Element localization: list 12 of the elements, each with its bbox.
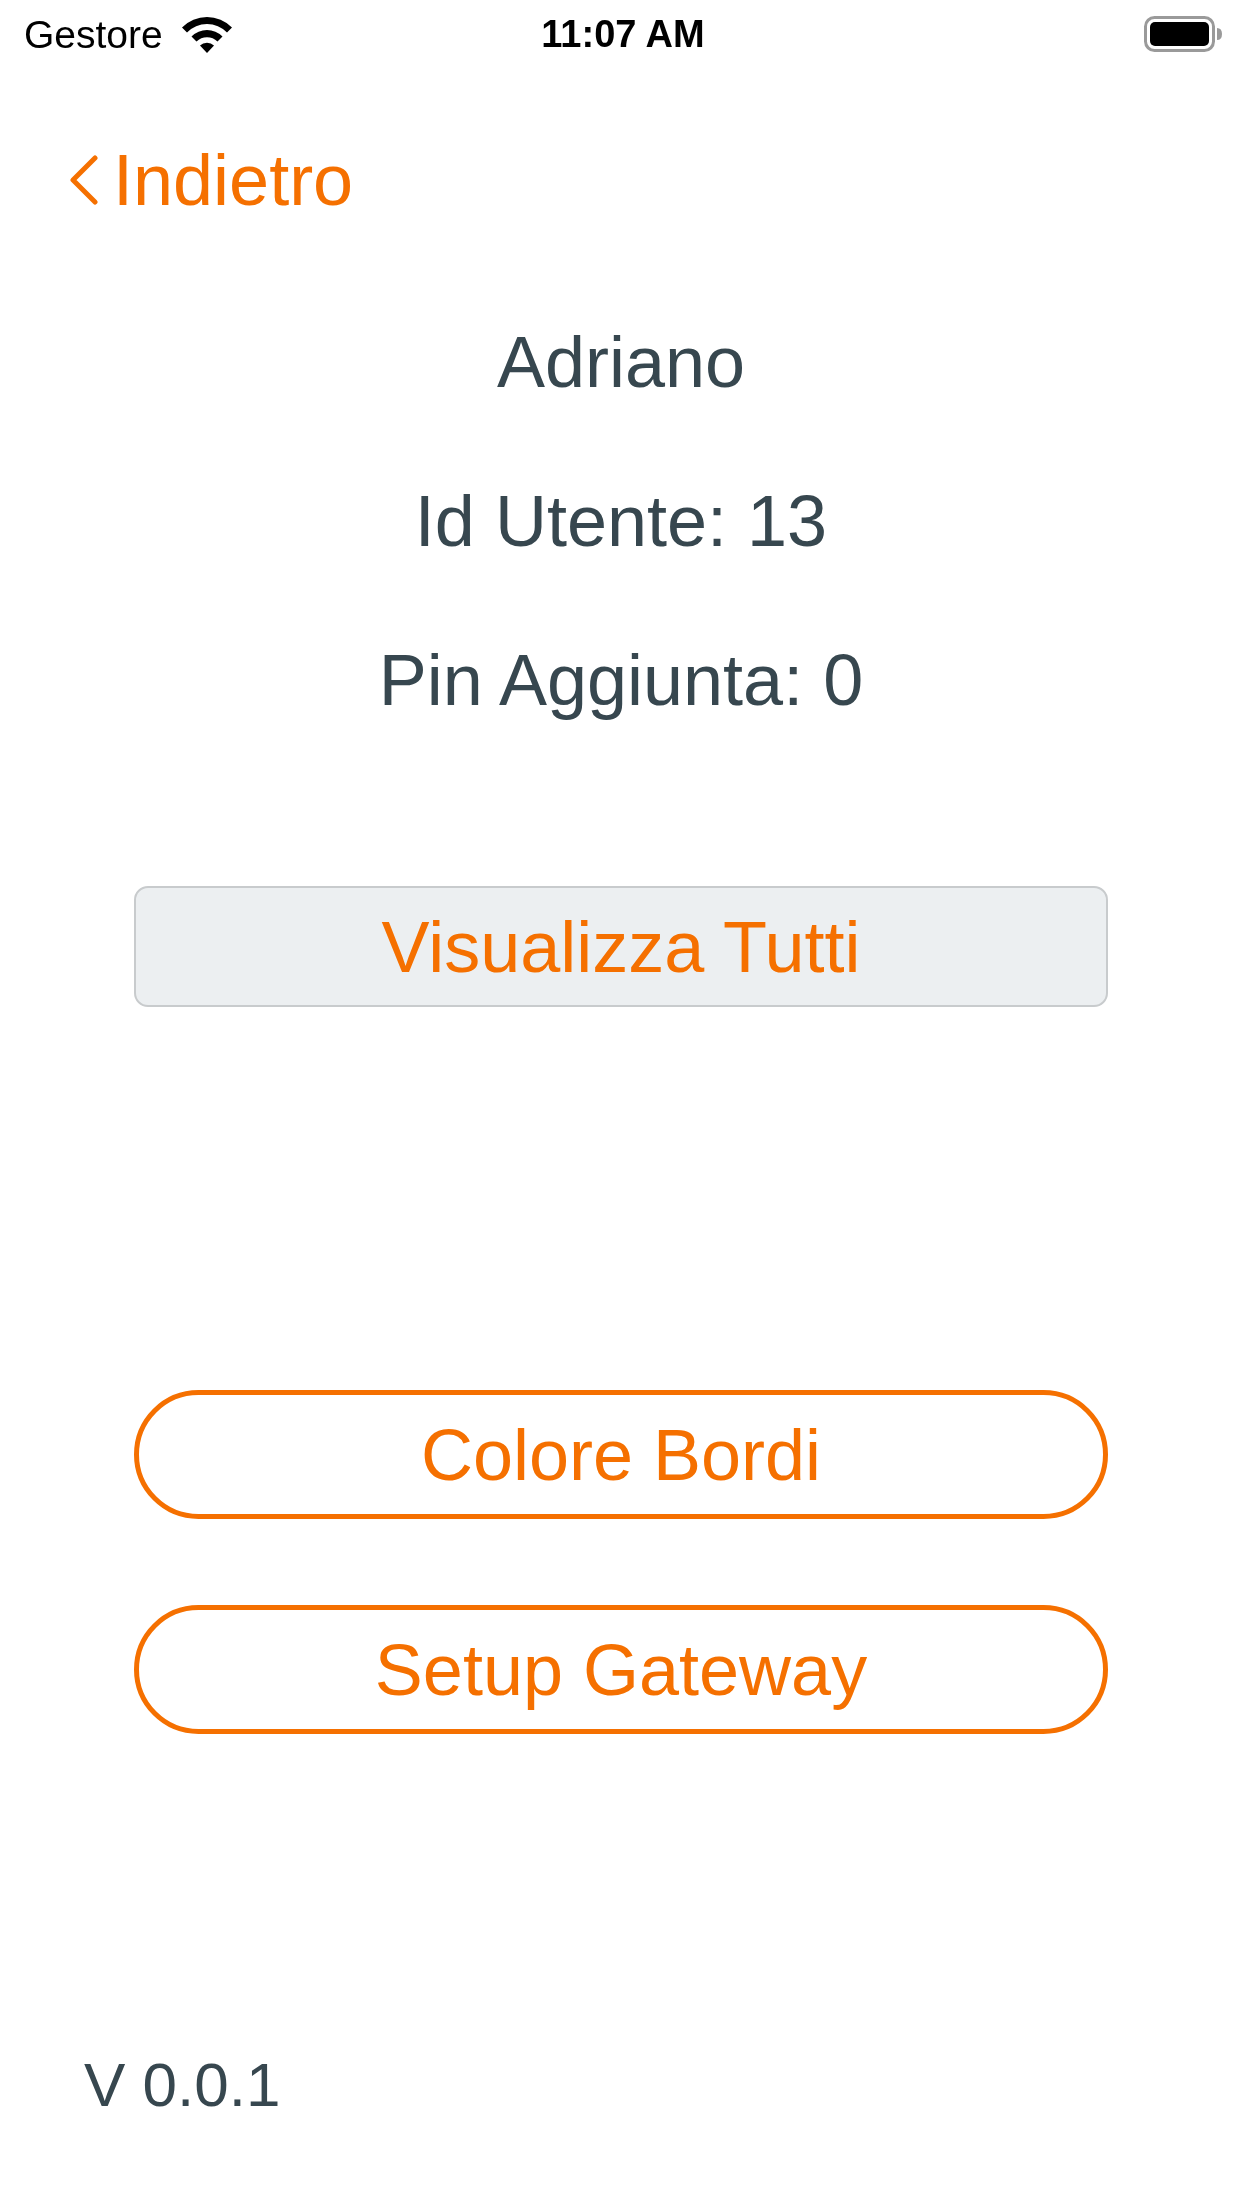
user-name: Adriano — [496, 326, 746, 398]
status-time: 11:07 AM — [541, 15, 705, 53]
version-text: V 0.0.1 — [84, 2054, 281, 2116]
wifi-icon — [180, 15, 233, 53]
chevron-left-icon — [70, 155, 98, 205]
settings-button[interactable]: Colore Bordi — [134, 1390, 1108, 1519]
battery-icon — [1144, 16, 1222, 52]
user-id-text: Id Utente: 13 — [414, 485, 828, 557]
back-button[interactable]: Indietro — [70, 144, 354, 216]
carrier-name: Gestore — [24, 14, 163, 54]
view-all-button[interactable]: Visualizza Tutti — [134, 886, 1108, 1007]
settings-button[interactable]: Setup Gateway — [134, 1605, 1108, 1734]
